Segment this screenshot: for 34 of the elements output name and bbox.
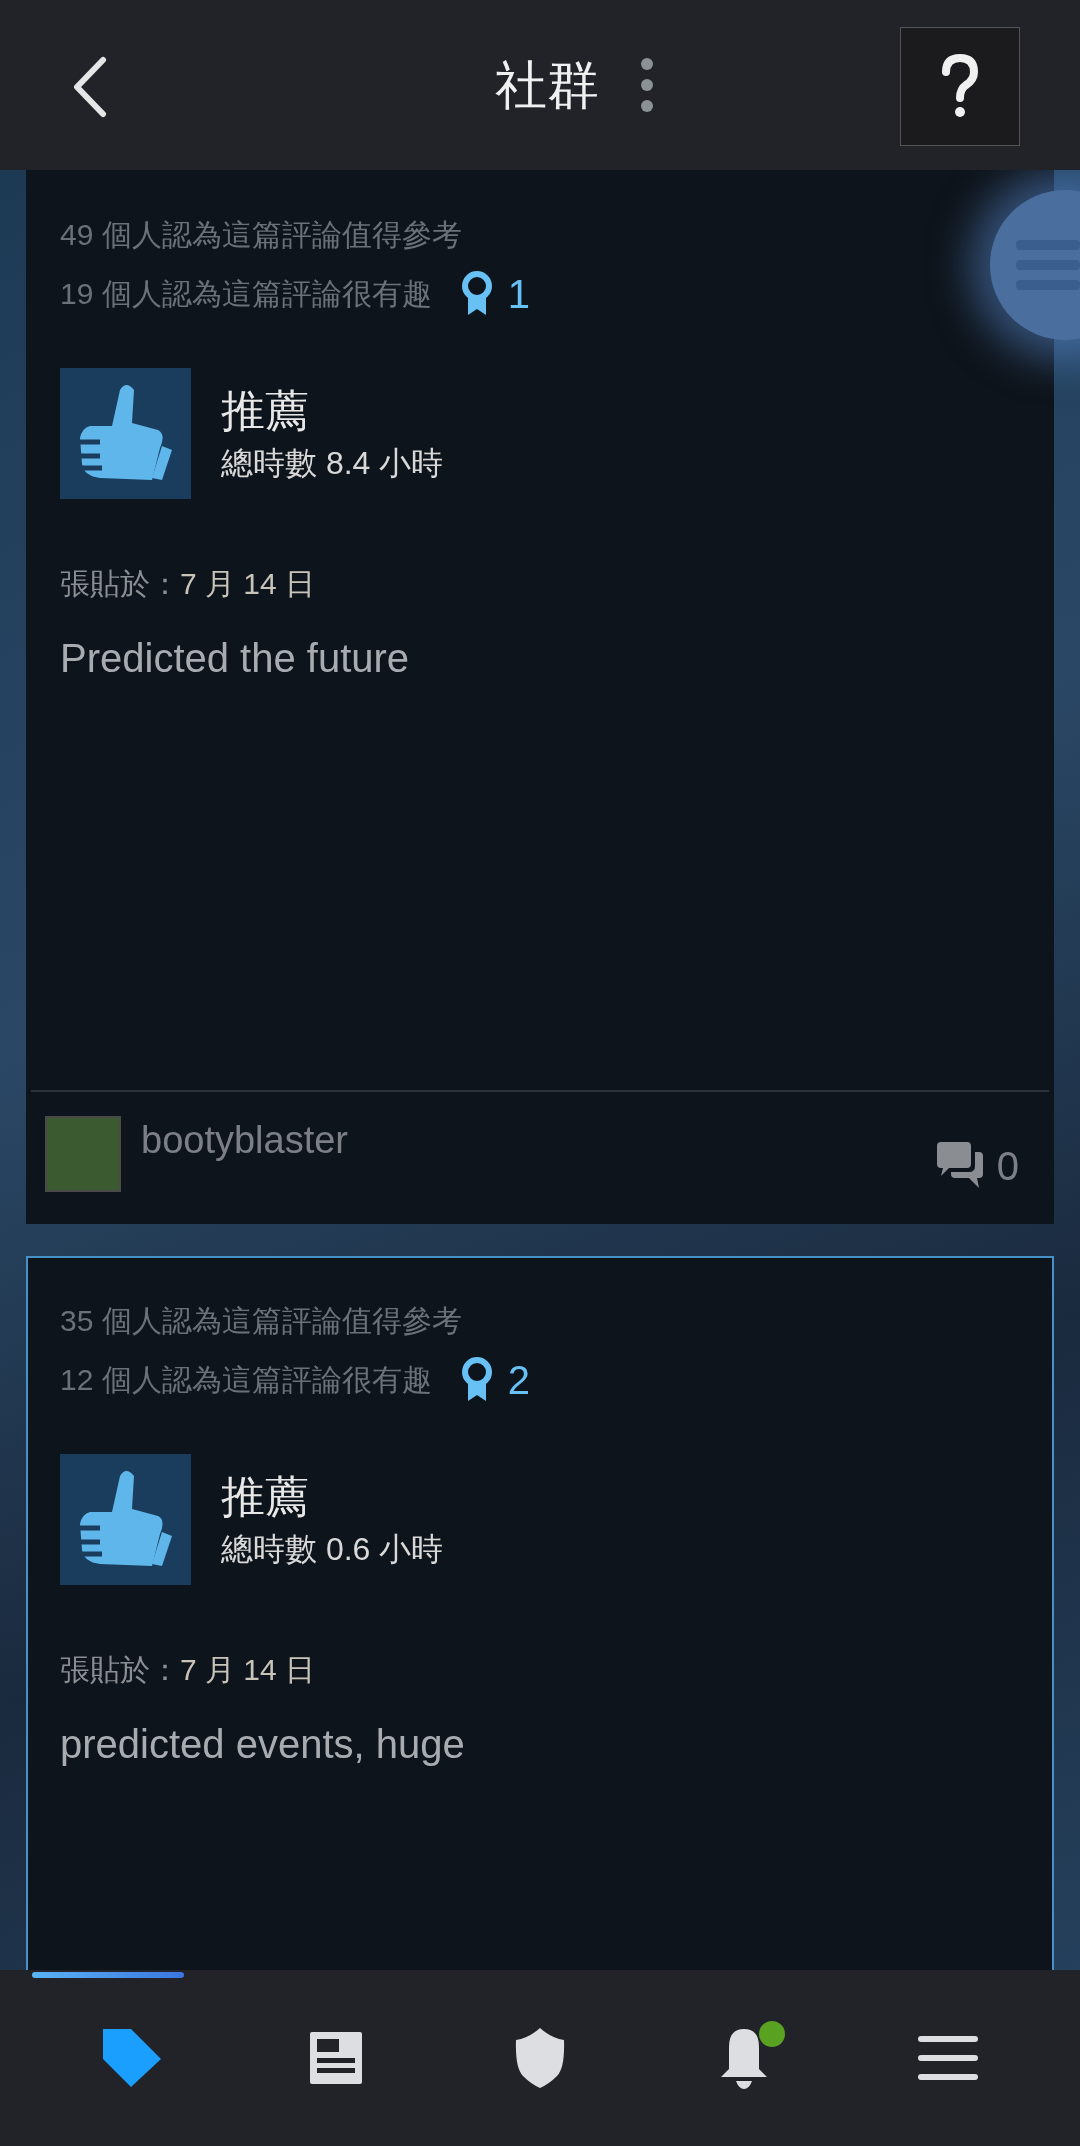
funny-count-text: 19 個人認為這篇評論很有趣 <box>60 276 432 312</box>
tag-icon[interactable] <box>101 2027 163 2089</box>
posted-label: 張貼於： <box>60 566 180 602</box>
bell-icon[interactable] <box>719 2027 769 2089</box>
recommendation-label: 推薦 <box>221 1470 310 1523</box>
posted-date: 7 月 14 日 <box>180 566 316 602</box>
author-name[interactable]: bootyblaster <box>141 1112 935 1169</box>
review-card[interactable]: 35 個人認為這篇評論值得參考 12 個人認為這篇評論很有趣 2 推薦 總時數 0.6 小時 張貼於：7 月 14 日 predicted events, huge <box>26 1256 1054 1970</box>
posted-label: 張貼於： <box>60 1652 180 1688</box>
shield-icon[interactable] <box>515 2028 565 2088</box>
funny-count-text: 12 個人認為這篇評論很有趣 <box>60 1362 432 1398</box>
award-ribbon-icon <box>461 1357 492 1403</box>
award-ribbon-icon <box>461 271 492 317</box>
award-count: 2 <box>507 1357 530 1404</box>
comment-count: 0 <box>996 1143 1019 1190</box>
posted-date: 7 月 14 日 <box>180 1652 316 1688</box>
helpful-count-text: 49 個人認為這篇評論值得參考 <box>60 217 463 253</box>
review-text: predicted events, huge <box>60 1721 466 1768</box>
menu-icon[interactable] <box>918 2036 978 2080</box>
playtime-text: 總時數 8.4 小時 <box>221 443 444 483</box>
award-count: 1 <box>507 271 530 318</box>
thumbs-up-icon <box>60 368 191 499</box>
helpful-count-text: 35 個人認為這篇評論值得參考 <box>60 1303 463 1339</box>
help-button[interactable] <box>900 27 1020 146</box>
help-icon <box>940 53 980 120</box>
playtime-text: 總時數 0.6 小時 <box>221 1529 444 1569</box>
thumbs-up-icon <box>60 1454 191 1585</box>
recommendation-label: 推薦 <box>221 384 310 437</box>
page-title: 社群 <box>495 55 599 116</box>
review-text: Predicted the future <box>60 635 411 682</box>
more-options-icon[interactable] <box>639 58 655 112</box>
review-card[interactable]: 49 個人認為這篇評論值得參考 19 個人認為這篇評論很有趣 1 推薦 總時數 8.4 小時 張貼於：7 月 14 日 Predicted the future bootyblaster 0 <box>26 170 1054 1224</box>
news-icon[interactable] <box>310 2032 362 2084</box>
comment-bubbles-icon <box>934 1142 985 1190</box>
